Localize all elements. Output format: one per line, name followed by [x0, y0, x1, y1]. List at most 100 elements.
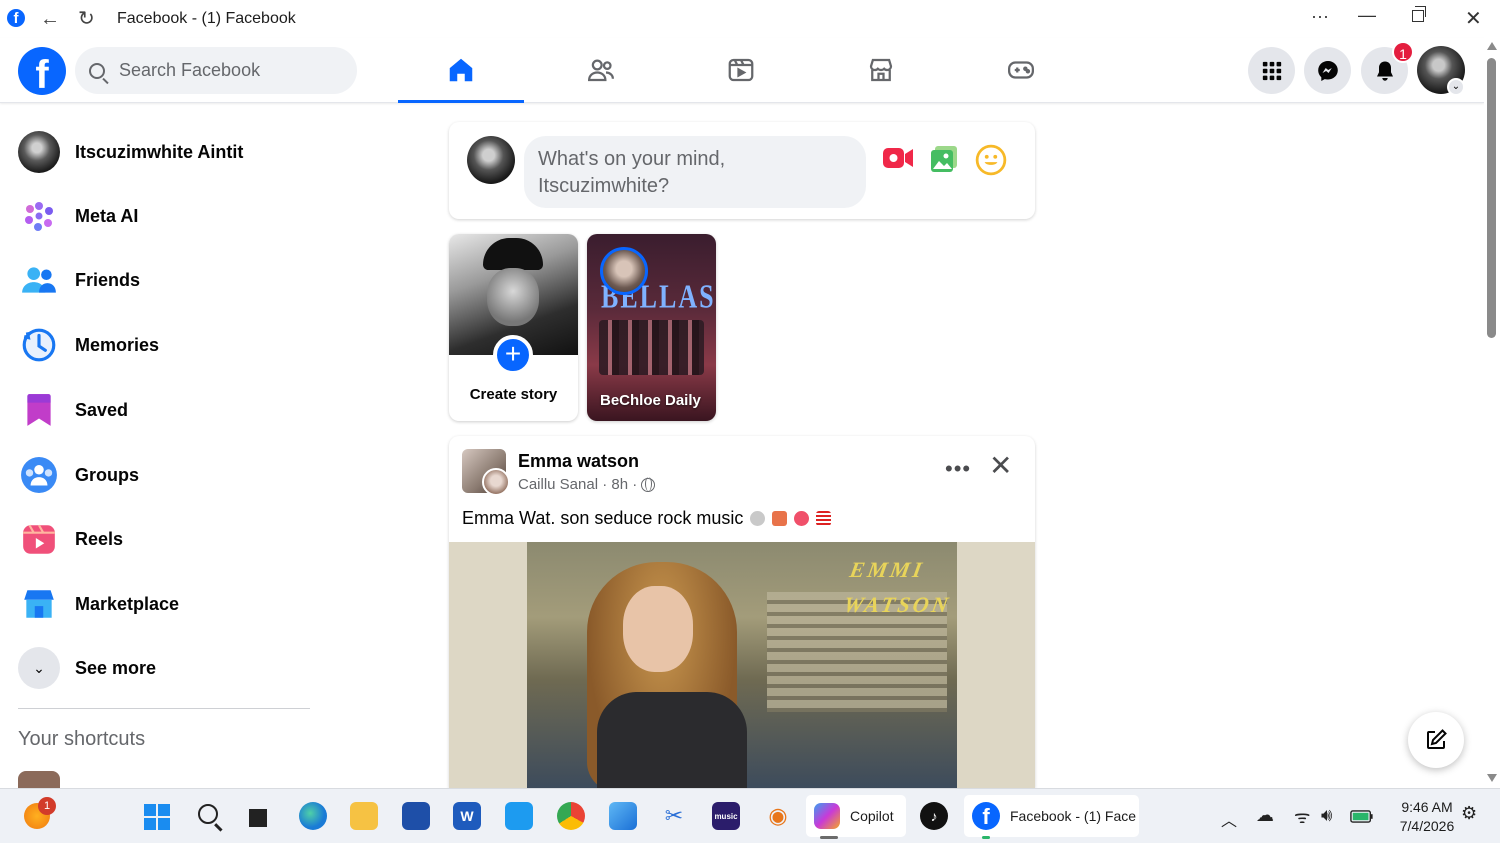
- volume-icon[interactable]: 🔊︎: [1321, 805, 1332, 826]
- post-media[interactable]: EMMI WATSON: [449, 542, 1035, 788]
- task-view-icon[interactable]: [248, 804, 272, 828]
- amazon-music-icon[interactable]: music: [712, 802, 740, 830]
- watermark-line-2: WATSON: [841, 592, 953, 618]
- post-author[interactable]: Emma watson: [518, 451, 639, 472]
- composer-prompt[interactable]: What's on your mind, Itscuzimwhite?: [524, 136, 866, 208]
- battery-icon[interactable]: [1350, 807, 1374, 828]
- sidebar-item-memories[interactable]: Memories: [18, 320, 318, 370]
- sidebar-item-saved[interactable]: Saved: [18, 385, 318, 435]
- reload-icon[interactable]: ↻: [78, 6, 95, 31]
- facebook-app-icon: f: [7, 9, 25, 27]
- image-watermark: EMMI WATSON: [841, 552, 957, 622]
- file-explorer-icon[interactable]: [350, 802, 378, 830]
- messenger-icon: [1317, 60, 1338, 81]
- close-icon[interactable]: ✕: [989, 452, 1012, 480]
- sidebar-item-label: Friends: [75, 269, 141, 290]
- live-video-icon[interactable]: [882, 146, 914, 175]
- facebook-header: f 1 ⌄: [0, 38, 1484, 103]
- globe-icon: [641, 477, 656, 492]
- menu-button[interactable]: [1248, 47, 1295, 94]
- taskbar-copilot-button[interactable]: Copilot: [806, 795, 906, 837]
- twitter-icon[interactable]: [505, 802, 533, 830]
- sidebar-item-label: Groups: [75, 464, 140, 485]
- flag-emoji-icon: [816, 511, 832, 526]
- sidebar-item-marketplace[interactable]: Marketplace: [18, 579, 318, 629]
- gift-emoji-icon: [772, 511, 788, 526]
- sidebar-item-label: Meta AI: [75, 205, 139, 226]
- image-subject-face: [623, 586, 693, 672]
- feed-post: Emma watson Caillu Sanal · 8h · ••• ✕ Em…: [449, 436, 1035, 788]
- window-close-button[interactable]: ✕: [1465, 6, 1482, 31]
- photo-video-icon[interactable]: [929, 144, 959, 179]
- tab-friends[interactable]: [538, 38, 664, 102]
- scroll-down-arrow-icon[interactable]: [1487, 774, 1497, 782]
- search-box[interactable]: [75, 47, 357, 94]
- sidebar-item-meta-ai[interactable]: Meta AI: [18, 191, 318, 241]
- clock-time: 9:46 AM: [1401, 799, 1453, 815]
- sidebar-item-label: See more: [75, 657, 157, 678]
- post-image[interactable]: EMMI WATSON: [527, 542, 957, 788]
- windows-start-icon[interactable]: [144, 804, 170, 830]
- more-options-icon[interactable]: •••: [945, 456, 971, 482]
- tab-gaming[interactable]: [958, 38, 1084, 102]
- avatar: [18, 131, 60, 173]
- compose-icon: [1427, 729, 1447, 749]
- chrome-icon[interactable]: [557, 802, 585, 830]
- notification-center-icon[interactable]: ⚙: [1461, 803, 1477, 824]
- facebook-logo[interactable]: f: [18, 47, 66, 95]
- sidebar-item-see-more[interactable]: ⌄ See more: [18, 643, 318, 693]
- tab-video[interactable]: [678, 38, 804, 102]
- gaming-icon: [1008, 61, 1034, 79]
- window-title: Facebook - (1) Facebook: [117, 10, 296, 27]
- blender-icon[interactable]: ◉: [764, 802, 792, 830]
- groups-icon: [18, 454, 60, 496]
- window-restore-button[interactable]: [1412, 6, 1426, 22]
- window-more-button[interactable]: ···: [1311, 6, 1329, 27]
- memories-icon: [18, 324, 60, 366]
- story-card[interactable]: BELLAST BeChloe Daily: [587, 234, 716, 421]
- window-minimize-button[interactable]: —: [1358, 5, 1376, 26]
- create-story-card[interactable]: + Create story: [449, 234, 578, 421]
- avatar[interactable]: [482, 468, 510, 496]
- snipping-tool-icon[interactable]: ✂: [660, 802, 688, 830]
- sidebar-item-groups[interactable]: Groups: [18, 450, 318, 500]
- sidebar-item-friends[interactable]: Friends: [18, 255, 318, 305]
- edge-icon[interactable]: [299, 802, 327, 830]
- sidebar-item-label: Marketplace: [75, 593, 180, 614]
- microsoft-store-icon[interactable]: [402, 802, 430, 830]
- window-titlebar: f ← ↻ Facebook - (1) Facebook ··· — ✕: [0, 0, 1500, 38]
- reels-icon: [18, 518, 60, 560]
- onedrive-icon[interactable]: ☁: [1256, 805, 1274, 826]
- sidebar-item-profile[interactable]: Itscuzimwhite Aintit: [18, 127, 318, 177]
- taskbar-facebook-button[interactable]: f Facebook - (1) Face: [964, 795, 1139, 837]
- back-arrow-icon[interactable]: ←: [40, 8, 60, 31]
- image-subject-shirt: [597, 692, 747, 788]
- wifi-icon[interactable]: ᯤ: [1294, 805, 1310, 829]
- clock-date: 7/4/2026: [1399, 818, 1455, 834]
- notifications-badge: 1: [1392, 41, 1414, 63]
- clock[interactable]: 9:46 AM 7/4/2026: [1392, 798, 1462, 836]
- new-message-button[interactable]: [1408, 712, 1464, 768]
- saved-icon: [18, 389, 60, 431]
- photos-icon[interactable]: [609, 802, 637, 830]
- tab-home[interactable]: [398, 38, 524, 103]
- facebook-running-indicator: [982, 836, 990, 839]
- chevron-down-icon[interactable]: ⌄: [1447, 78, 1465, 96]
- taskbar-search-icon[interactable]: [198, 804, 218, 824]
- sidebar-item-reels[interactable]: Reels: [18, 514, 318, 564]
- story-image: [599, 320, 704, 375]
- word-icon[interactable]: W: [453, 802, 481, 830]
- chevron-down-icon: ⌄: [18, 647, 60, 689]
- scroll-up-arrow-icon[interactable]: [1487, 42, 1497, 50]
- plus-icon[interactable]: +: [493, 335, 533, 375]
- scrollbar-thumb[interactable]: [1487, 58, 1496, 338]
- feeling-icon[interactable]: [975, 144, 1007, 181]
- avatar[interactable]: [467, 136, 515, 184]
- marketplace-icon: [869, 58, 893, 82]
- messenger-button[interactable]: [1304, 47, 1351, 94]
- vertical-scrollbar[interactable]: [1484, 38, 1500, 788]
- tiktok-icon[interactable]: ♪: [920, 802, 948, 830]
- tab-marketplace[interactable]: [818, 38, 944, 102]
- chevron-up-icon[interactable]: ︿: [1221, 807, 1237, 831]
- search-input[interactable]: [119, 60, 339, 81]
